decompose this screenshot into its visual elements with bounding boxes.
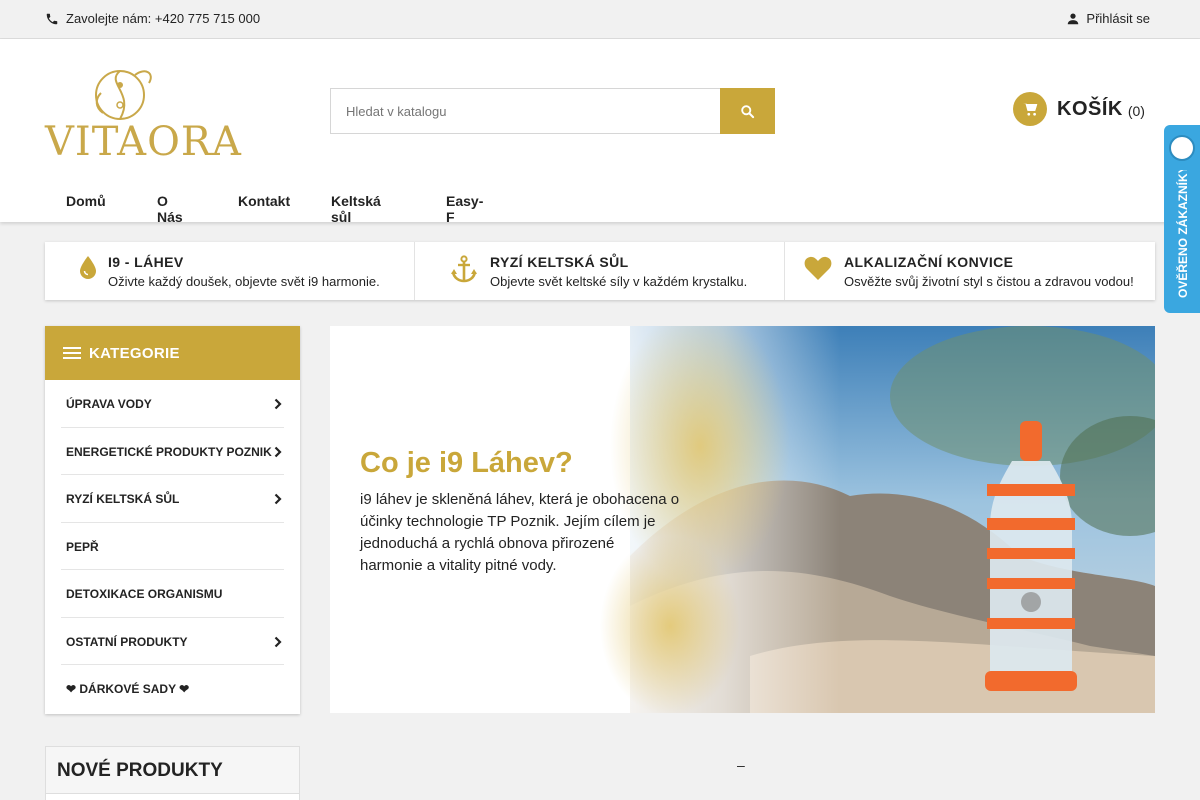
category-header[interactable]: KATEGORIE bbox=[45, 326, 300, 380]
category-list: ÚPRAVA VODY ENERGETICKÉ PRODUKTY POZNIK … bbox=[45, 380, 300, 713]
chevron-right-icon bbox=[274, 446, 282, 457]
chevron-right-icon bbox=[274, 636, 282, 647]
nav-item-home[interactable]: Domů bbox=[66, 193, 106, 209]
login-label[interactable]: Přihlásit se bbox=[1086, 11, 1150, 26]
category-menu: KATEGORIE ÚPRAVA VODY ENERGETICKÉ PRODUK… bbox=[45, 326, 300, 714]
new-products-section: NOVÉ PRODUKTY bbox=[45, 746, 300, 800]
category-item-gift-sets[interactable]: ❤ DÁRKOVÉ SADY ❤ bbox=[61, 665, 284, 713]
nav-item-celtic-salt[interactable]: Keltská sůl bbox=[331, 193, 381, 225]
phone-icon bbox=[46, 13, 58, 24]
slider-indicator[interactable]: – bbox=[737, 757, 745, 773]
hamburger-menu-icon bbox=[63, 347, 81, 359]
info-item-i9-bottle[interactable]: I9 - LÁHEV Oživte každý doušek, objevte … bbox=[45, 242, 415, 300]
nav-item-about[interactable]: O Nás bbox=[157, 193, 183, 225]
info-title: RYZÍ KELTSKÁ SŮL bbox=[490, 254, 629, 270]
heart-icon bbox=[804, 256, 832, 280]
chevron-right-icon bbox=[274, 398, 282, 410]
banner-text: i9 láhev je skleněná láhev, která je obo… bbox=[360, 491, 680, 574]
logo-text: VITAORA bbox=[45, 119, 242, 165]
info-item-celtic-salt[interactable]: RYZÍ KELTSKÁ SŮL Objevte svět keltské sí… bbox=[415, 242, 785, 300]
info-subtitle: Osvěžte svůj životní styl s čistou a zdr… bbox=[844, 274, 1134, 289]
cart-icon-circle bbox=[1013, 92, 1047, 126]
logo-emblem-icon bbox=[95, 70, 152, 120]
badge-text: OVĚŘENO ZÁKAZNÍKY bbox=[1175, 170, 1190, 298]
cart-link[interactable]: KOŠÍK (0) bbox=[1013, 92, 1145, 126]
shopping-cart-icon bbox=[1022, 102, 1037, 116]
new-products-body bbox=[46, 793, 299, 800]
contact-text: Zavolejte nám: +420 775 715 000 bbox=[66, 11, 261, 26]
user-icon bbox=[1068, 12, 1079, 24]
anchor-icon bbox=[451, 255, 477, 283]
search-bar bbox=[330, 88, 775, 134]
contact-info: Zavolejte nám: +420 775 715 000 bbox=[45, 11, 260, 26]
category-label: DETOXIKACE ORGANISMU bbox=[66, 587, 223, 601]
search-button[interactable] bbox=[720, 88, 775, 134]
category-item-other-products[interactable]: OSTATNÍ PRODUKTY bbox=[61, 618, 284, 665]
category-label: ❤ DÁRKOVÉ SADY ❤ bbox=[66, 682, 190, 696]
category-label: RYZÍ KELTSKÁ SŮL bbox=[66, 492, 180, 506]
nav-item-easy-f[interactable]: Easy-F bbox=[446, 193, 483, 225]
category-item-detox[interactable]: DETOXIKACE ORGANISMU bbox=[61, 570, 284, 618]
category-item-pepper[interactable]: PEPŘ bbox=[61, 523, 284, 570]
info-strip: I9 - LÁHEV Oživte každý doušek, objevte … bbox=[45, 242, 1155, 300]
drop-icon bbox=[80, 256, 96, 279]
category-heading: KATEGORIE bbox=[89, 344, 180, 362]
cart-count: (0) bbox=[1127, 102, 1145, 119]
search-input[interactable] bbox=[330, 88, 720, 134]
category-item-celtic-salt[interactable]: RYZÍ KELTSKÁ SŮL bbox=[61, 475, 284, 523]
new-products-heading: NOVÉ PRODUKTY bbox=[57, 760, 223, 781]
info-item-alkaline-kettle[interactable]: ALKALIZAČNÍ KONVICE Osvěžte svůj životní… bbox=[785, 242, 1155, 300]
category-label: OSTATNÍ PRODUKTY bbox=[66, 634, 188, 649]
info-subtitle: Objevte svět keltské síly v každém kryst… bbox=[490, 274, 748, 289]
banner-title: Co je i9 Láhev? bbox=[360, 447, 573, 479]
search-icon bbox=[741, 104, 755, 118]
verified-seal-icon bbox=[1169, 135, 1195, 161]
hero-banner[interactable]: Co je i9 Láhev? i9 láhev je skleněná láh… bbox=[330, 326, 1155, 713]
info-title: ALKALIZAČNÍ KONVICE bbox=[844, 254, 1014, 270]
top-bar: Zavolejte nám: +420 775 715 000 Přihlási… bbox=[0, 0, 1200, 39]
site-header: VITAORA KOŠÍK (0) Domů O Nás Kontakt Kel… bbox=[0, 39, 1200, 225]
verified-customers-badge[interactable]: OVĚŘENO ZÁKAZNÍKY bbox=[1164, 125, 1200, 313]
cart-label: KOŠÍK bbox=[1057, 97, 1123, 120]
login-link[interactable]: Přihlásit se bbox=[1066, 11, 1150, 26]
category-item-water-treatment[interactable]: ÚPRAVA VODY bbox=[61, 380, 284, 428]
info-subtitle: Oživte každý doušek, objevte svět i9 har… bbox=[108, 274, 380, 289]
category-label: ÚPRAVA VODY bbox=[66, 397, 152, 411]
nav-item-contact[interactable]: Kontakt bbox=[238, 193, 290, 209]
category-label: ENERGETICKÉ PRODUKTY POZNIK bbox=[66, 444, 272, 459]
badge-label: OVĚŘENO ZÁKAZNÍKY bbox=[1175, 170, 1190, 298]
logo[interactable]: VITAORA bbox=[45, 63, 241, 165]
chevron-right-icon bbox=[274, 493, 282, 505]
info-title: I9 - LÁHEV bbox=[108, 254, 184, 270]
category-item-energy-products[interactable]: ENERGETICKÉ PRODUKTY POZNIK bbox=[61, 428, 284, 475]
category-label: PEPŘ bbox=[66, 539, 99, 554]
